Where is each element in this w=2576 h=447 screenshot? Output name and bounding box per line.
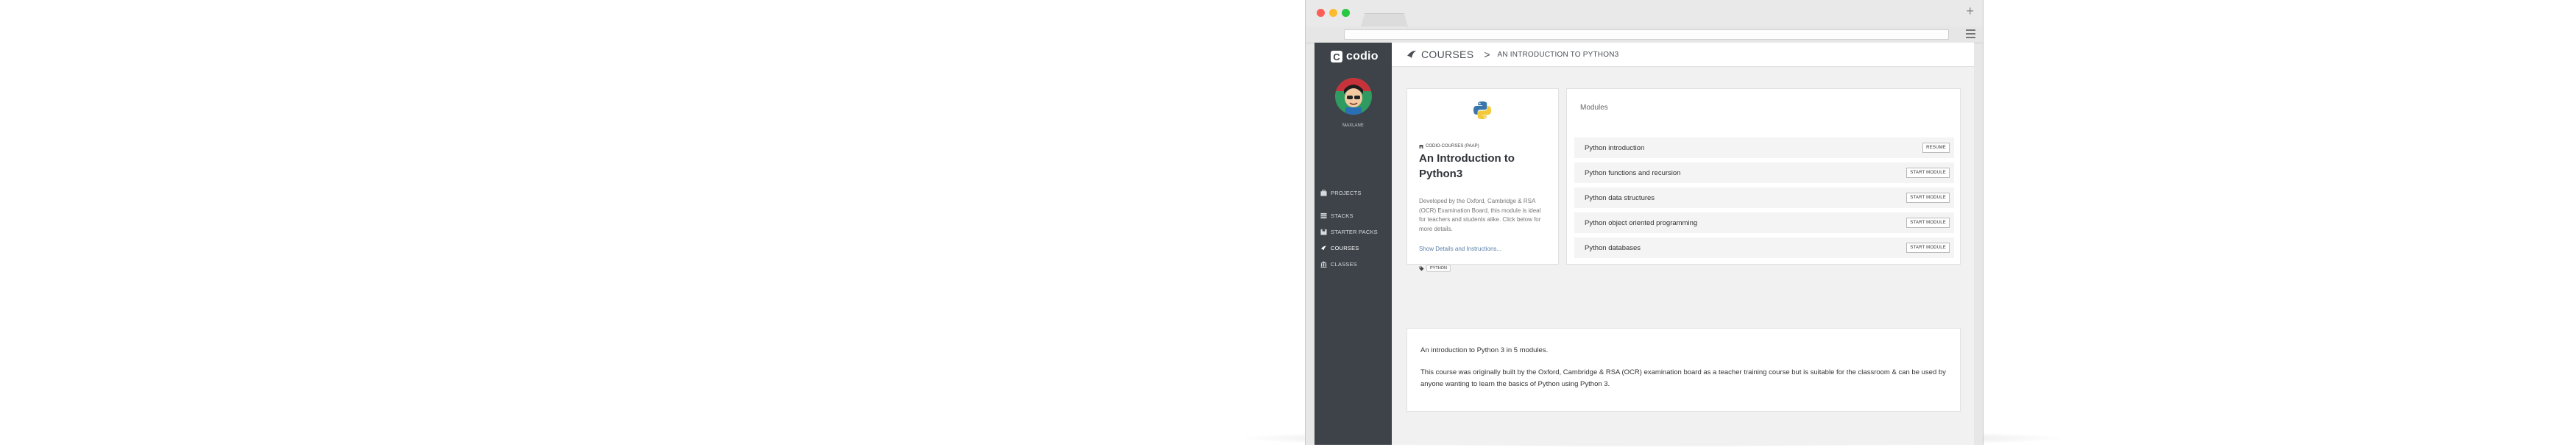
address-bar[interactable] <box>1344 29 1949 40</box>
minimize-window-button[interactable] <box>1329 9 1337 17</box>
browser-tab[interactable] <box>1361 13 1408 27</box>
module-name: Python functions and recursion <box>1585 169 1681 177</box>
module-row[interactable]: Python functions and recursion START MOD… <box>1574 162 1954 183</box>
course-owner-label: CODIO-COURSES (PAAP) <box>1426 144 1479 149</box>
course-description: Developed by the Oxford, Cambridge & RSA… <box>1419 198 1541 232</box>
tag-icon <box>1419 266 1424 271</box>
sidebar-item-label: STACKS <box>1331 212 1354 219</box>
chevron-right-icon: > <box>1484 49 1490 60</box>
module-name: Python databases <box>1585 244 1641 252</box>
modules-card: Modules Python introduction RESUME Pytho… <box>1566 88 1961 265</box>
sidebar: C codio MAXLANE PROJECTS STACKS STARTER … <box>1314 43 1392 445</box>
codio-logo[interactable]: C codio <box>1331 48 1379 65</box>
python-logo-icon <box>1473 101 1491 119</box>
courses-icon <box>1407 50 1416 58</box>
sidebar-item-projects[interactable]: PROJECTS <box>1320 187 1362 198</box>
course-tag[interactable]: PYTHON <box>1419 265 1451 272</box>
stack-icon <box>1320 212 1327 218</box>
username: MAXLANE <box>1342 124 1364 128</box>
sidebar-item-stacks[interactable]: STACKS <box>1320 210 1354 221</box>
codio-app: C codio MAXLANE PROJECTS STACKS STARTER … <box>1314 43 1974 445</box>
resume-module-button[interactable]: RESUME <box>1922 143 1950 153</box>
module-row[interactable]: Python databases START MODULE <box>1574 237 1954 258</box>
start-module-button[interactable]: START MODULE <box>1906 168 1950 178</box>
start-module-button[interactable]: START MODULE <box>1906 218 1950 228</box>
tag-label: PYTHON <box>1426 265 1451 272</box>
start-module-button[interactable]: START MODULE <box>1906 193 1950 203</box>
module-name: Python data structures <box>1585 194 1655 202</box>
new-tab-icon[interactable]: + <box>1966 4 1974 18</box>
course-card: CODIO-COURSES (PAAP) An Introduction to … <box>1406 88 1559 272</box>
close-window-button[interactable] <box>1317 9 1325 17</box>
box-icon <box>1320 229 1327 235</box>
module-name: Python object oriented programming <box>1585 219 1698 227</box>
classes-icon <box>1320 260 1327 268</box>
summary-body: This course was originally built by the … <box>1420 368 1946 388</box>
logo-text: codio <box>1346 50 1379 62</box>
title-bar: + <box>1306 0 1983 27</box>
breadcrumb-current: AN INTRODUCTION TO PYTHON3 <box>1497 50 1619 59</box>
course-owner: CODIO-COURSES (PAAP) <box>1419 144 1479 149</box>
start-module-button[interactable]: START MODULE <box>1906 243 1950 253</box>
module-name: Python introduction <box>1585 144 1645 152</box>
course-summary-card: An introduction to Python 3 in 5 modules… <box>1406 328 1961 412</box>
module-row[interactable]: Python introduction RESUME <box>1574 137 1954 158</box>
modules-title: Modules <box>1580 104 1608 112</box>
courses-icon <box>1320 246 1327 250</box>
building-icon <box>1419 145 1423 149</box>
avatar-icon <box>1335 78 1372 115</box>
sidebar-item-classes[interactable]: CLASSES <box>1320 259 1357 269</box>
show-details-link[interactable]: Show Details and Instructions... <box>1419 246 1501 252</box>
summary-intro: An introduction to Python 3 in 5 modules… <box>1420 346 1549 354</box>
browser-window: + C codio MAXLANE PROJECTS STACKS STARTE… <box>1305 0 1984 445</box>
sidebar-item-starter-packs[interactable]: STARTER PACKS <box>1320 226 1378 237</box>
breadcrumb-courses-link[interactable]: COURSES <box>1421 49 1473 60</box>
toolbar <box>1306 26 1983 43</box>
sidebar-item-courses[interactable]: COURSES <box>1320 243 1359 253</box>
codio-logo-icon: C <box>1331 51 1342 62</box>
sidebar-item-label: STARTER PACKS <box>1331 228 1378 235</box>
module-row[interactable]: Python object oriented programming START… <box>1574 212 1954 233</box>
course-title: An Introduction to Python3 <box>1419 152 1515 180</box>
avatar[interactable] <box>1335 78 1372 115</box>
breadcrumb: COURSES > AN INTRODUCTION TO PYTHON3 <box>1392 43 1974 67</box>
hamburger-menu-icon[interactable] <box>1966 29 1975 38</box>
module-row[interactable]: Python data structures START MODULE <box>1574 187 1954 208</box>
sidebar-item-label: CLASSES <box>1331 260 1357 268</box>
briefcase-icon <box>1320 189 1327 196</box>
maximize-window-button[interactable] <box>1342 9 1350 17</box>
sidebar-item-label: PROJECTS <box>1331 189 1362 196</box>
sidebar-item-label: COURSES <box>1331 244 1359 251</box>
